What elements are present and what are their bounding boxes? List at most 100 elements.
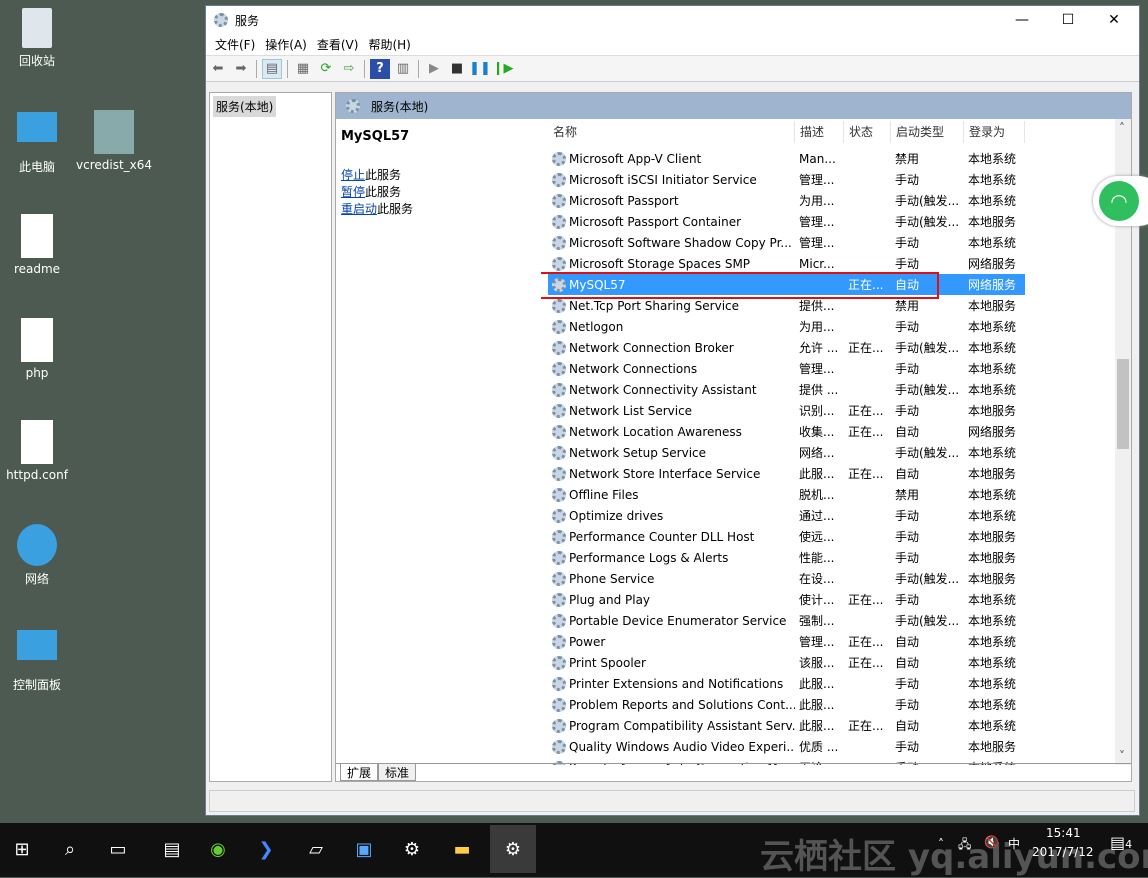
tray-chevron-icon[interactable]: ˄ xyxy=(938,837,944,851)
service-row[interactable]: Network Connections 管理... 手动 本地系统 xyxy=(548,358,1025,379)
service-cell: 本地系统 xyxy=(968,320,1017,334)
back-icon[interactable]: ⬅ xyxy=(208,59,228,79)
service-cell: 本地系统 xyxy=(968,194,1017,208)
view-tabs: 扩展 标准 xyxy=(336,763,1131,781)
scrollbar-thumb[interactable] xyxy=(1117,359,1129,449)
control-panel-taskbar-icon[interactable]: ▣ xyxy=(342,829,386,869)
desktop-icon-network[interactable]: 网络 xyxy=(0,524,74,587)
desktop-icon-control-panel[interactable]: 控制面板 xyxy=(0,630,74,693)
stop-icon[interactable]: ■ xyxy=(447,59,467,79)
ime-indicator[interactable]: 中 xyxy=(1008,835,1020,852)
service-row[interactable]: Microsoft Storage Spaces SMP Micr... 手动 网络服… xyxy=(548,253,1025,274)
menu-view[interactable]: 查看(V) xyxy=(312,36,364,53)
start-windows-icon[interactable]: ⊞ xyxy=(0,829,44,869)
service-row[interactable]: Network Connectivity Assistant 提供 ... 手动(触… xyxy=(548,379,1025,400)
service-cell: 网络服务 xyxy=(968,425,1017,439)
desktop-icon-recycle-bin[interactable]: 回收站 xyxy=(0,8,74,69)
refresh-icon[interactable]: ⟳ xyxy=(316,59,336,79)
service-cell: 网络服务 xyxy=(968,278,1017,292)
network-speed-widget[interactable]: ◠ xyxy=(1093,176,1148,226)
service-row[interactable]: Portable Device Enumerator Service 强制... 手… xyxy=(548,610,1025,631)
service-row[interactable]: Microsoft Passport 为用... 手动(触发... 本地系统 xyxy=(548,190,1025,211)
server-manager-icon[interactable]: ▤ xyxy=(150,829,194,869)
service-row[interactable]: Microsoft iSCSI Initiator Service 管理... 手动… xyxy=(548,169,1025,190)
service-row[interactable]: Print Spooler 该服... 正在... 自动 本地系统 xyxy=(548,652,1025,673)
volume-muted-icon[interactable]: 🔇 xyxy=(984,835,999,849)
service-row[interactable]: Quality Windows Audio Video Experi... 优质 … xyxy=(548,736,1025,757)
service-row[interactable]: Phone Service 在设... 手动(触发... 本地服务 xyxy=(548,568,1025,589)
restart-service-link[interactable]: 重启动 xyxy=(341,202,377,216)
service-name-cell: Performance Counter DLL Host xyxy=(548,529,795,544)
service-row[interactable]: Network Store Interface Service 此服... 正在..… xyxy=(548,463,1025,484)
settings-gears-icon[interactable]: ⚙ xyxy=(390,829,434,869)
maximize-button[interactable]: ☐ xyxy=(1045,6,1091,34)
stop-service-link[interactable]: 停止 xyxy=(341,168,365,182)
service-row[interactable]: Printer Extensions and Notifications 此服..… xyxy=(548,673,1025,694)
service-row[interactable]: Microsoft Passport Container 管理... 手动(触发..… xyxy=(548,211,1025,232)
browser-icon[interactable]: ◉ xyxy=(196,829,240,869)
service-cell: 强制... xyxy=(799,614,835,628)
desktop-icon-readme[interactable]: readme xyxy=(0,214,74,276)
pane-header: 服务(本地) xyxy=(336,93,1131,119)
tree-pane: 服务(本地) xyxy=(209,92,332,782)
file-explorer-icon[interactable]: ▬ xyxy=(440,829,484,869)
column-header-log-on-as[interactable]: 登录为 xyxy=(964,121,1025,143)
help-icon[interactable]: ? xyxy=(370,58,390,79)
tree-node-services-local[interactable]: 服务(本地) xyxy=(213,96,277,117)
properties-icon[interactable]: ▦ xyxy=(293,59,313,79)
service-row[interactable]: Performance Logs & Alerts 性能... 手动 本地服务 xyxy=(548,547,1025,568)
menu-file[interactable]: 文件(F) xyxy=(210,36,260,53)
export-list-icon[interactable]: ⇨ xyxy=(339,59,359,79)
service-row[interactable]: Network Connection Broker 允许 ... 正在... 手动(触… xyxy=(548,337,1025,358)
close-button[interactable]: ✕ xyxy=(1091,6,1137,34)
action-center-icon[interactable]: ▤4 xyxy=(1110,833,1132,852)
remote-desktop-icon[interactable]: ▱ xyxy=(294,829,338,869)
pause-service-link[interactable]: 暂停 xyxy=(341,185,365,199)
forward-icon[interactable]: ➡ xyxy=(231,59,251,79)
show-tree-icon[interactable]: ▤ xyxy=(262,58,282,79)
service-row[interactable]: Network Location Awareness 收集... 正在... 自动 网络… xyxy=(548,421,1025,442)
column-header-startup-type[interactable]: 启动类型 xyxy=(891,121,964,143)
service-row[interactable]: Network List Service 识别... 正在... 手动 本地服务 xyxy=(548,400,1025,421)
pause-icon[interactable]: ❚❚ xyxy=(469,59,491,79)
start-icon[interactable]: ▶ xyxy=(424,59,444,79)
column-header-description[interactable]: 描述 xyxy=(795,121,844,143)
service-row[interactable]: Netlogon 为用... 手动 本地系统 xyxy=(548,316,1025,337)
scroll-down-icon[interactable]: ˅ xyxy=(1119,749,1125,763)
menu-help[interactable]: 帮助(H) xyxy=(363,36,415,53)
service-row[interactable]: Power 管理... 正在... 自动 本地系统 xyxy=(548,631,1025,652)
service-row[interactable]: Microsoft App-V Client Man... 禁用 本地系统 xyxy=(548,148,1025,169)
tab-extended[interactable]: 扩展 xyxy=(340,764,379,781)
service-row[interactable]: Performance Counter DLL Host 使远... 手动 本地服务 xyxy=(548,526,1025,547)
service-name-cell: Microsoft iSCSI Initiator Service xyxy=(548,172,795,187)
service-row[interactable]: Optimize drives 通过... 手动 本地系统 xyxy=(548,505,1025,526)
powershell-icon[interactable]: ❯ xyxy=(244,829,288,869)
clock-time[interactable]: 15:41 xyxy=(1046,826,1081,840)
service-row[interactable]: Problem Reports and Solutions Cont... 此服.… xyxy=(548,694,1025,715)
column-header-status[interactable]: 状态 xyxy=(844,121,891,143)
restart-icon[interactable]: ❙▶ xyxy=(493,59,514,79)
mysql-highlight-box xyxy=(541,272,939,299)
tab-standard[interactable]: 标准 xyxy=(378,764,417,781)
service-row[interactable]: Program Compatibility Assistant Serv... 此… xyxy=(548,715,1025,736)
desktop-icon-this-pc[interactable]: 此电脑 xyxy=(0,112,74,175)
service-row[interactable]: Microsoft Software Shadow Copy Pr... 管理..… xyxy=(548,232,1025,253)
services-taskbar-icon[interactable]: ⚙ xyxy=(490,825,536,873)
menu-action[interactable]: 操作(A) xyxy=(260,36,312,53)
task-view-icon[interactable]: ▭ xyxy=(96,829,140,869)
service-row[interactable]: Plug and Play 使计... 正在... 手动 本地系统 xyxy=(548,589,1025,610)
clock-date[interactable]: 2017/7/12 xyxy=(1032,845,1094,859)
desktop-icon-httpd-conf[interactable]: httpd.conf xyxy=(0,420,74,482)
wifi-icon: ◠ xyxy=(1099,181,1139,221)
service-row[interactable]: Offline Files 脱机... 禁用 本地系统 xyxy=(548,484,1025,505)
minimize-button[interactable]: — xyxy=(999,6,1045,34)
service-row[interactable]: Network Setup Service 网络... 手动(触发... 本地系统 xyxy=(548,442,1025,463)
search-icon[interactable]: ⌕ xyxy=(48,829,92,869)
desktop-icon-vcredist[interactable]: vcredist_x64 xyxy=(76,110,152,172)
action-pane-icon[interactable]: ▥ xyxy=(393,59,413,79)
service-name-cell: Network Connections xyxy=(548,361,795,376)
service-cell: 提供... xyxy=(799,299,835,313)
scroll-up-icon[interactable]: ˄ xyxy=(1119,121,1125,135)
desktop-icon-php[interactable]: php xyxy=(0,318,74,380)
network-tray-icon[interactable]: 🖧 xyxy=(958,835,971,856)
